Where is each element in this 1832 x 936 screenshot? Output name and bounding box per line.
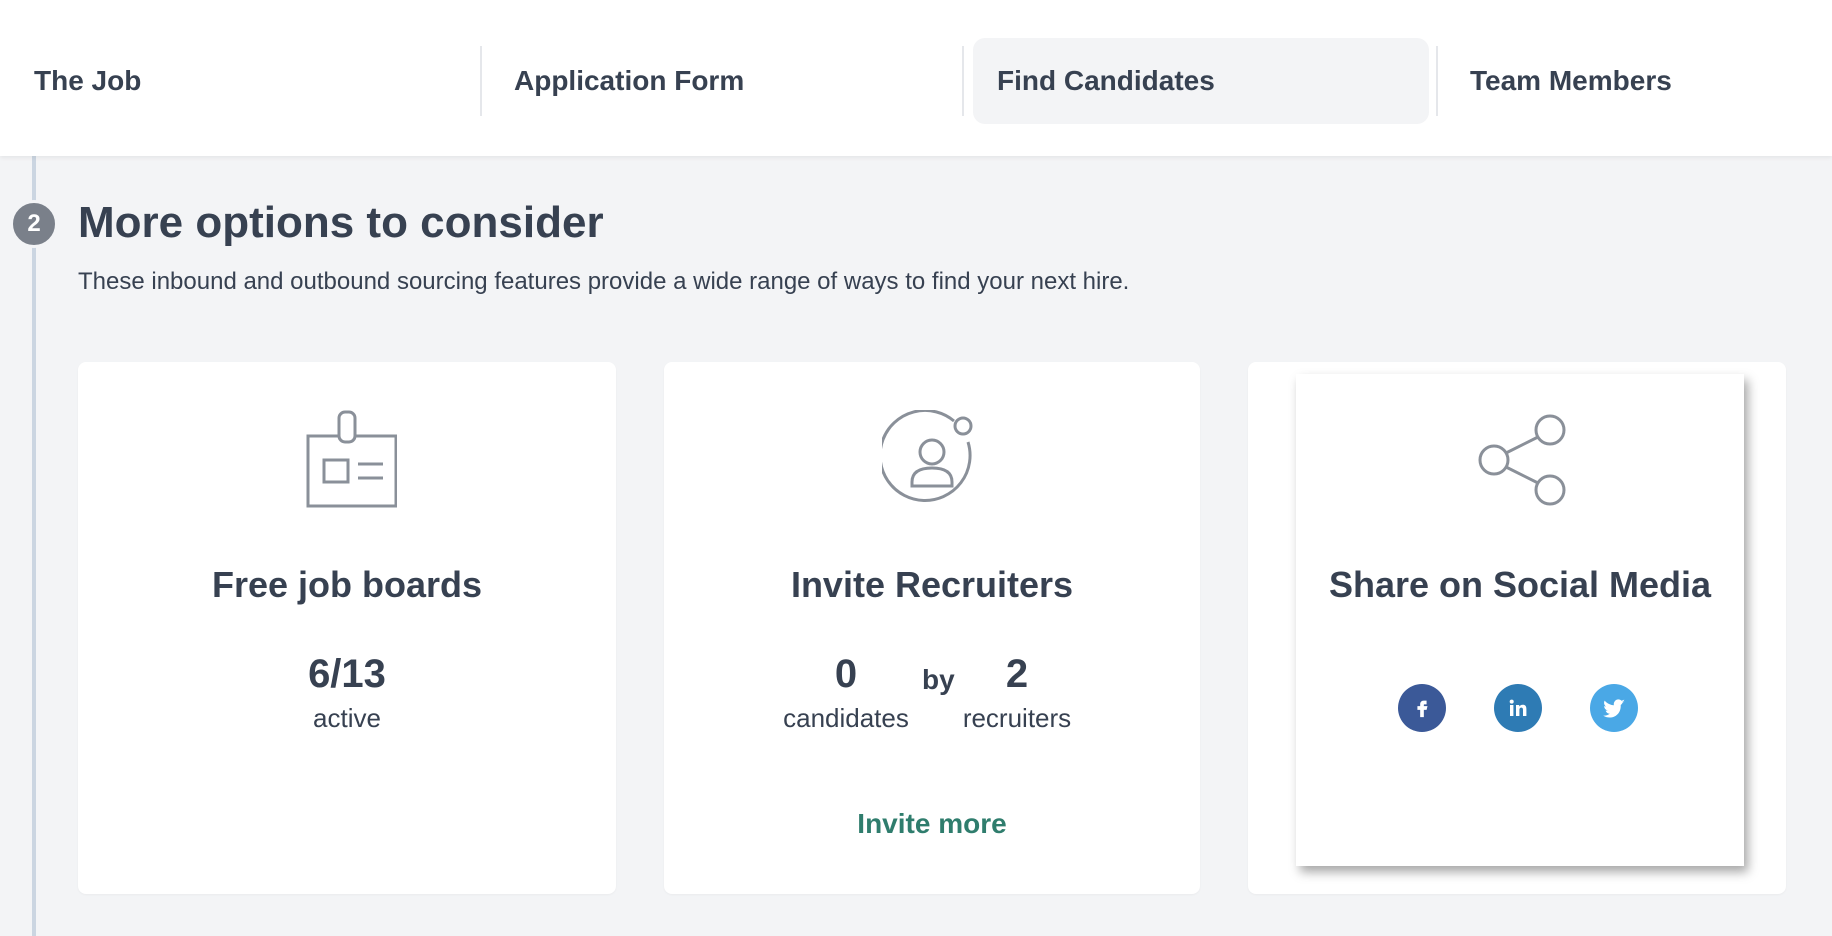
twitter-share-button[interactable] <box>1590 684 1638 732</box>
linkedin-share-button[interactable] <box>1494 684 1542 732</box>
job-boards-card[interactable]: Free job boards 6/13 active <box>78 362 616 894</box>
invite-recruiters-card[interactable]: Invite Recruiters 0 candidates by 2 recr… <box>664 362 1200 894</box>
id-badge-icon <box>297 410 397 510</box>
tab-application-form[interactable]: Application Form <box>490 38 950 124</box>
tab-divider <box>480 46 482 116</box>
recruiters-stat: 2 recruiters <box>952 652 1082 734</box>
tab-find-candidates[interactable]: Find Candidates <box>973 38 1429 124</box>
job-boards-count: 6/13 <box>308 652 386 696</box>
tab-label: Find Candidates <box>997 65 1215 96</box>
tab-label: Application Form <box>514 65 745 96</box>
invite-more-link[interactable]: Invite more <box>664 808 1200 840</box>
share-social-card[interactable]: Share on Social Media <box>1248 362 1786 894</box>
tab-the-job[interactable]: The Job <box>10 38 466 124</box>
candidates-stat: 0 candidates <box>776 652 916 734</box>
facebook-icon <box>1417 700 1428 718</box>
tab-divider <box>962 46 964 116</box>
user-circle-icon <box>882 410 982 510</box>
job-boards-title: Free job boards <box>211 564 483 605</box>
invite-recruiters-title: Invite Recruiters <box>790 564 1074 605</box>
candidates-count: 0 <box>834 652 858 696</box>
recruiters-label: recruiters <box>962 703 1072 733</box>
job-boards-stat: 6/13 active <box>78 652 616 734</box>
tab-label: The Job <box>34 65 142 96</box>
tab-bar: The Job Application Form Find Candidates… <box>0 0 1832 156</box>
share-icon <box>1470 410 1570 510</box>
recruiters-count: 2 <box>1005 652 1029 696</box>
section-title: More options to consider <box>78 198 604 247</box>
step-number-badge: 2 <box>10 200 58 248</box>
share-social-panel[interactable]: Share on Social Media <box>1296 374 1744 866</box>
job-boards-count-label: active <box>313 703 381 733</box>
twitter-icon <box>1603 699 1625 718</box>
tab-team-members[interactable]: Team Members <box>1446 38 1826 124</box>
section-description: These inbound and outbound sourcing feat… <box>78 268 1130 295</box>
tab-divider <box>1436 46 1438 116</box>
tab-label: Team Members <box>1470 65 1672 96</box>
linkedin-icon <box>1509 699 1527 716</box>
facebook-share-button[interactable] <box>1398 684 1446 732</box>
by-label: by <box>922 664 955 695</box>
timeline-line <box>32 156 36 936</box>
candidates-label: candidates <box>783 703 909 733</box>
share-social-title: Share on Social Media <box>1328 564 1712 605</box>
